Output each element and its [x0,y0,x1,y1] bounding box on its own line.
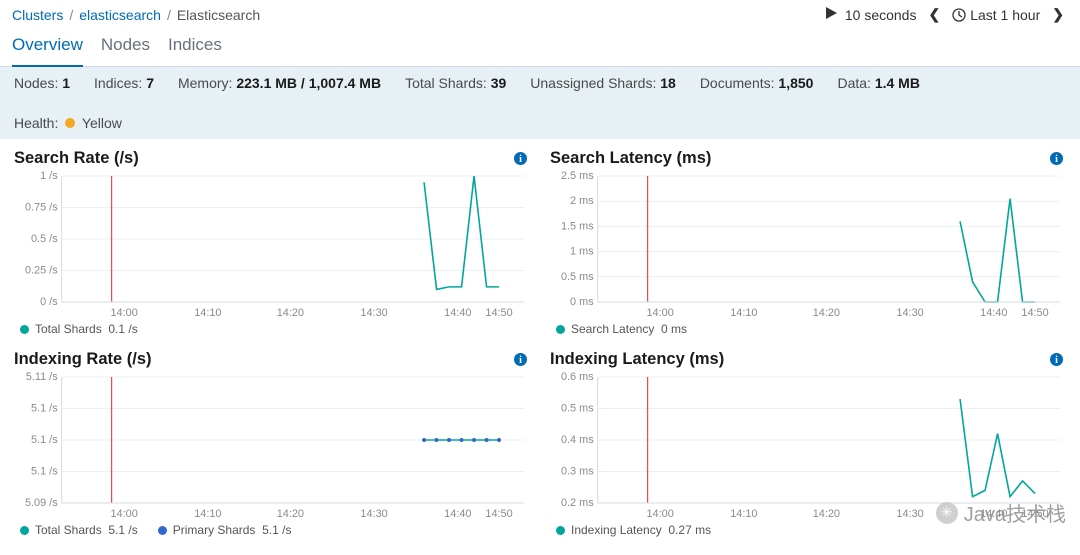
svg-text:14:40: 14:40 [444,307,471,319]
svg-text:5.11 /s: 5.11 /s [26,371,58,383]
svg-text:14:20: 14:20 [277,307,304,319]
chart-panel-indexing_latency: Indexing Latency (ms) i 0.2 ms 0.3 ms 0.4 ms… [550,346,1066,541]
tab-overview[interactable]: Overview [12,31,83,67]
breadcrumb-cluster[interactable]: elasticsearch [79,7,161,23]
chart-title: Indexing Latency (ms) [550,350,724,369]
svg-text:5.09 /s: 5.09 /s [25,497,58,509]
chart-title: Search Latency (ms) [550,149,711,168]
summary-documents: Documents: 1,850 [700,75,814,91]
svg-text:0.5 /s: 0.5 /s [31,233,58,245]
svg-text:14:40: 14:40 [980,508,1007,520]
breadcrumb-current: Elasticsearch [177,7,260,23]
tab-nodes[interactable]: Nodes [101,31,150,66]
svg-text:1.5 ms: 1.5 ms [561,220,594,232]
chart-panel-search_latency: Search Latency (ms) i 0 ms 0.5 ms 1 ms 1.5 ms… [550,145,1066,340]
svg-text:14:10: 14:10 [194,508,221,520]
breadcrumb-clusters[interactable]: Clusters [12,7,63,23]
time-range-forward[interactable]: ❯ [1048,6,1068,23]
summary-data: Data: 1.4 MB [837,75,919,91]
svg-text:i: i [519,154,522,165]
svg-text:i: i [1055,355,1058,366]
svg-text:14:20: 14:20 [813,508,840,520]
svg-text:14:40: 14:40 [444,508,471,520]
svg-text:14:30: 14:30 [896,508,923,520]
legend-item: Search Latency 0 ms [556,322,687,336]
svg-text:14:10: 14:10 [730,307,757,319]
legend-item: Indexing Latency 0.27 ms [556,523,711,537]
legend-item: Primary Shards 5.1 /s [158,523,292,537]
svg-text:i: i [519,355,522,366]
summary-nodes: Nodes: 1 [14,75,70,91]
svg-text:5.1 /s: 5.1 /s [31,465,58,477]
svg-text:i: i [1055,154,1058,165]
svg-text:14:30: 14:30 [896,307,923,319]
svg-text:0.25 /s: 0.25 /s [25,264,58,276]
svg-text:14:10: 14:10 [194,307,221,319]
svg-text:14:00: 14:00 [646,307,673,319]
legend-item: Total Shards 5.1 /s [20,523,138,537]
svg-text:0.5 ms: 0.5 ms [561,271,594,283]
health-dot-icon [65,118,75,128]
breadcrumb-separator: / [167,7,171,23]
chart-legend: Total Shards 5.1 /s Primary Shards 5.1 /s [14,521,530,541]
breadcrumb-separator: / [69,7,73,23]
svg-text:14:50: 14:50 [485,307,512,319]
svg-text:1 ms: 1 ms [570,246,594,258]
svg-text:0.2 ms: 0.2 ms [561,497,594,509]
svg-text:0 ms: 0 ms [570,296,594,308]
info-icon[interactable]: i [513,352,528,367]
chart-legend: Total Shards 0.1 /s [14,320,530,340]
svg-text:2.5 ms: 2.5 ms [561,170,594,182]
svg-text:14:20: 14:20 [277,508,304,520]
legend-item: Total Shards 0.1 /s [20,322,138,336]
tab-indices[interactable]: Indices [168,31,222,66]
clock-icon [952,8,966,22]
breadcrumb: Clusters / elasticsearch / Elasticsearch [12,7,260,23]
info-icon[interactable]: i [1049,151,1064,166]
svg-text:0 /s: 0 /s [40,296,58,308]
svg-text:5.1 /s: 5.1 /s [31,402,58,414]
svg-text:14:30: 14:30 [360,307,387,319]
info-icon[interactable]: i [513,151,528,166]
svg-text:14:00: 14:00 [110,307,137,319]
chart-legend: Indexing Latency 0.27 ms [550,521,1066,541]
time-range-back[interactable]: ❮ [924,6,944,23]
svg-text:14:50: 14:50 [485,508,512,520]
chart-title: Search Rate (/s) [14,149,139,168]
summary-total-shards: Total Shards: 39 [405,75,506,91]
chart-legend: Search Latency 0 ms [550,320,1066,340]
svg-text:14:50: 14:50 [1021,508,1048,520]
chart-panel-indexing_rate: Indexing Rate (/s) i 5.09 /s 5.1 /s 5.1 /s 5.… [14,346,530,541]
svg-text:14:30: 14:30 [360,508,387,520]
play-icon[interactable] [826,7,837,22]
chart-title: Indexing Rate (/s) [14,350,152,369]
svg-text:0.3 ms: 0.3 ms [561,465,594,477]
svg-text:0.75 /s: 0.75 /s [25,201,58,213]
svg-text:0.4 ms: 0.4 ms [561,434,594,446]
summary-indices: Indices: 7 [94,75,154,91]
chart-panel-search_rate: Search Rate (/s) i 0 /s 0.25 /s 0.5 /s 0.75 /… [14,145,530,340]
svg-text:0.6 ms: 0.6 ms [561,371,594,383]
svg-text:2 ms: 2 ms [570,195,594,207]
summary-memory: Memory: 223.1 MB / 1,007.4 MB [178,75,381,91]
svg-text:0.5 ms: 0.5 ms [561,402,594,414]
svg-text:14:50: 14:50 [1021,307,1048,319]
summary-bar: Nodes: 1 Indices: 7 Memory: 223.1 MB / 1… [0,67,1080,139]
tabs: Overview Nodes Indices [0,25,1080,67]
svg-text:5.1 /s: 5.1 /s [31,434,58,446]
summary-health: Health: Yellow [14,115,122,131]
svg-text:14:20: 14:20 [813,307,840,319]
time-range-picker[interactable]: Last 1 hour [952,7,1040,23]
refresh-interval[interactable]: 10 seconds [845,7,917,23]
svg-text:14:40: 14:40 [980,307,1007,319]
summary-unassigned-shards: Unassigned Shards: 18 [530,75,676,91]
svg-text:1 /s: 1 /s [40,170,58,182]
svg-text:14:00: 14:00 [646,508,673,520]
svg-text:14:10: 14:10 [730,508,757,520]
svg-text:14:00: 14:00 [110,508,137,520]
info-icon[interactable]: i [1049,352,1064,367]
